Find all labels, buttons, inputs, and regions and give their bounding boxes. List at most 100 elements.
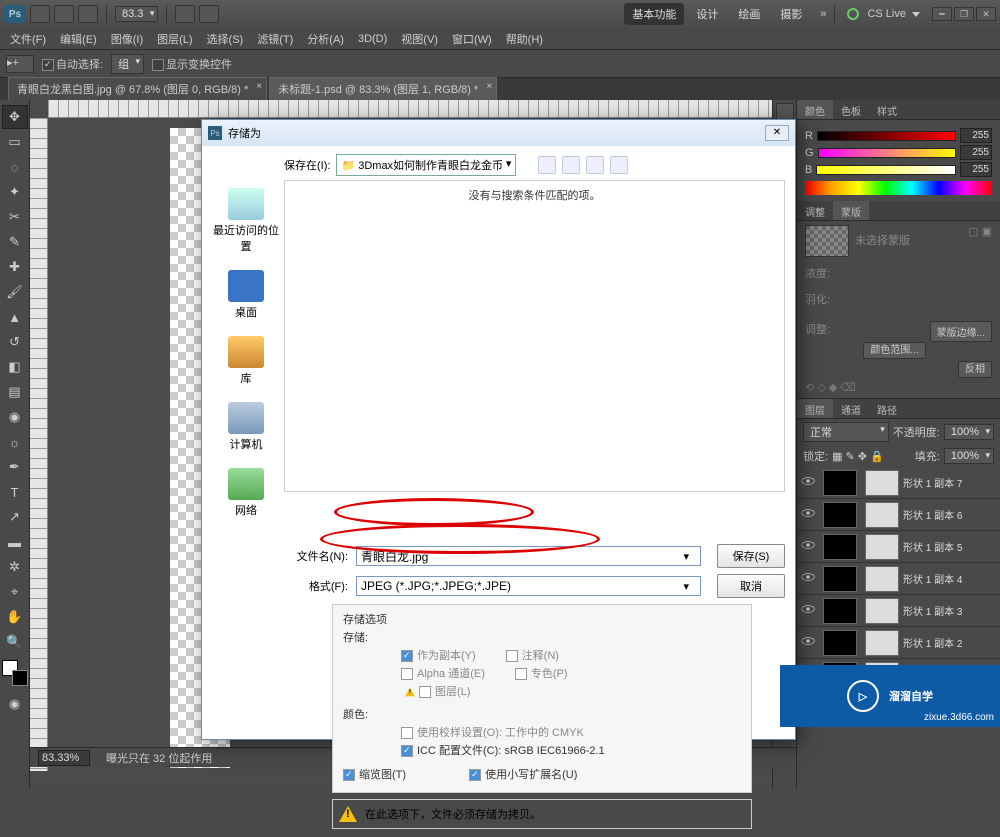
layer-row[interactable]: 形状 1 副本 6 [797,499,1000,531]
hand-icon[interactable] [175,5,195,23]
document-tab[interactable]: 青眼白龙黑白图.jpg @ 67.8% (图层 0, RGB/8) *× [8,77,267,100]
bridge-icon[interactable] [30,5,50,23]
file-list[interactable]: 没有与搜索条件匹配的项。 [284,180,785,492]
lock-icons[interactable]: ▦ ✎ ✥ 🔒 [832,450,884,463]
blur-tool[interactable]: ◉ [2,405,28,429]
place-network[interactable]: 网络 [212,468,280,518]
layer-row[interactable]: 形状 1 副本 7 [797,467,1000,499]
ruler-vertical[interactable] [30,118,48,771]
visibility-icon[interactable] [797,476,819,489]
window-close[interactable]: ✕ [976,7,996,21]
save-button[interactable]: 保存(S) [717,544,785,568]
menu-filter[interactable]: 滤镜(T) [251,28,299,50]
layer-row[interactable]: 形状 1 副本 2 [797,627,1000,659]
move-tool-indicator[interactable]: ▸+ [6,55,34,73]
cancel-button[interactable]: 取消 [717,574,785,598]
mask-edge-button[interactable]: 蒙版边缘... [930,321,992,342]
menu-help[interactable]: 帮助(H) [500,28,549,50]
minibridge-icon[interactable] [54,5,74,23]
arrange-icon[interactable] [199,5,219,23]
close-icon[interactable]: × [256,81,262,92]
tab-masks[interactable]: 蒙版 [833,201,869,220]
gradient-tool[interactable]: ▤ [2,380,28,404]
ruler-horizontal[interactable] [48,100,772,118]
layer-name[interactable]: 形状 1 副本 6 [903,507,1000,522]
marquee-tool[interactable]: ▭ [2,130,28,154]
layer-name[interactable]: 形状 1 副本 5 [903,539,1000,554]
opacity-value[interactable]: 100% [944,424,994,440]
place-desktop[interactable]: 桌面 [212,270,280,320]
quickmask-tool[interactable]: ◉ [2,692,28,716]
menu-layer[interactable]: 图层(L) [151,28,198,50]
history-brush-tool[interactable]: ↺ [2,330,28,354]
r-value[interactable] [960,128,992,143]
shape-tool[interactable]: ▬ [2,530,28,554]
3d-camera-tool[interactable]: ⌖ [2,580,28,604]
newfolder-icon[interactable] [586,156,604,174]
back-icon[interactable] [538,156,556,174]
g-slider[interactable] [818,148,956,158]
screen-mode-icon[interactable] [78,5,98,23]
menu-3d[interactable]: 3D(D) [352,30,393,48]
fill-value[interactable]: 100% [944,448,994,464]
workspace-tab-essentials[interactable]: 基本功能 [624,3,684,25]
path-tool[interactable]: ↗ [2,505,28,529]
menu-view[interactable]: 视图(V) [395,28,444,50]
menu-image[interactable]: 图像(I) [105,28,149,50]
as-copy-checkbox[interactable] [401,650,413,662]
cslive-icon[interactable] [847,8,859,20]
eraser-tool[interactable]: ◧ [2,355,28,379]
hand-tool[interactable]: ✋ [2,605,28,629]
tab-layers[interactable]: 图层 [797,399,833,418]
b-value[interactable] [960,162,992,177]
workspace-tab-design[interactable]: 设计 [688,3,726,25]
dialog-close-button[interactable]: ✕ [765,125,789,141]
layer-row[interactable]: 形状 1 副本 4 [797,563,1000,595]
zoom-tool[interactable]: 🔍 [2,630,28,654]
b-slider[interactable] [816,165,956,175]
r-slider[interactable] [817,131,956,141]
auto-select-mode[interactable]: 组 [111,54,144,74]
window-minimize[interactable]: ━ [932,7,952,21]
color-swatches[interactable] [2,660,28,686]
folder-select[interactable]: 📁 3Dmax如何制作青眼白龙金币 ▾ [336,154,516,176]
3d-tool[interactable]: ✲ [2,555,28,579]
icc-checkbox[interactable] [401,745,413,757]
place-recent[interactable]: 最近访问的位置 [212,188,280,254]
crop-tool[interactable]: ✂ [2,205,28,229]
menu-window[interactable]: 窗口(W) [446,28,498,50]
workspace-tab-paint[interactable]: 绘画 [730,3,768,25]
menu-edit[interactable]: 编辑(E) [54,28,103,50]
menu-select[interactable]: 选择(S) [201,28,250,50]
window-restore[interactable]: ❐ [954,7,974,21]
menu-file[interactable]: 文件(F) [4,28,52,50]
visibility-icon[interactable] [797,636,819,649]
tab-swatches[interactable]: 色板 [833,100,869,119]
cslive-label[interactable]: CS Live [867,8,906,20]
color-range-button[interactable]: 颜色范围... [863,342,925,359]
move-tool[interactable]: ✥ [2,105,28,129]
visibility-icon[interactable] [797,604,819,617]
layer-row[interactable]: 形状 1 副本 5 [797,531,1000,563]
views-icon[interactable] [610,156,628,174]
thumb-checkbox[interactable] [343,769,355,781]
tab-adjust[interactable]: 调整 [797,201,833,220]
visibility-icon[interactable] [797,540,819,553]
wand-tool[interactable]: ✦ [2,180,28,204]
layer-row[interactable]: 形状 1 副本 3 [797,595,1000,627]
dialog-titlebar[interactable]: Ps 存储为 ✕ [202,120,795,146]
layer-name[interactable]: 形状 1 副本 4 [903,571,1000,586]
layer-name[interactable]: 形状 1 副本 7 [903,475,1000,490]
lc-ext-checkbox[interactable] [469,769,481,781]
up-icon[interactable] [562,156,580,174]
layer-name[interactable]: 形状 1 副本 2 [903,635,1000,650]
stamp-tool[interactable]: ▲ [2,305,28,329]
tab-channels[interactable]: 通道 [833,399,869,418]
visibility-icon[interactable] [797,572,819,585]
place-computer[interactable]: 计算机 [212,402,280,452]
place-libraries[interactable]: 库 [212,336,280,386]
invert-button[interactable]: 反相 [958,361,992,378]
tab-color[interactable]: 颜色 [797,100,833,119]
pen-tool[interactable]: ✒ [2,455,28,479]
blend-mode-select[interactable]: 正常 [803,422,889,442]
